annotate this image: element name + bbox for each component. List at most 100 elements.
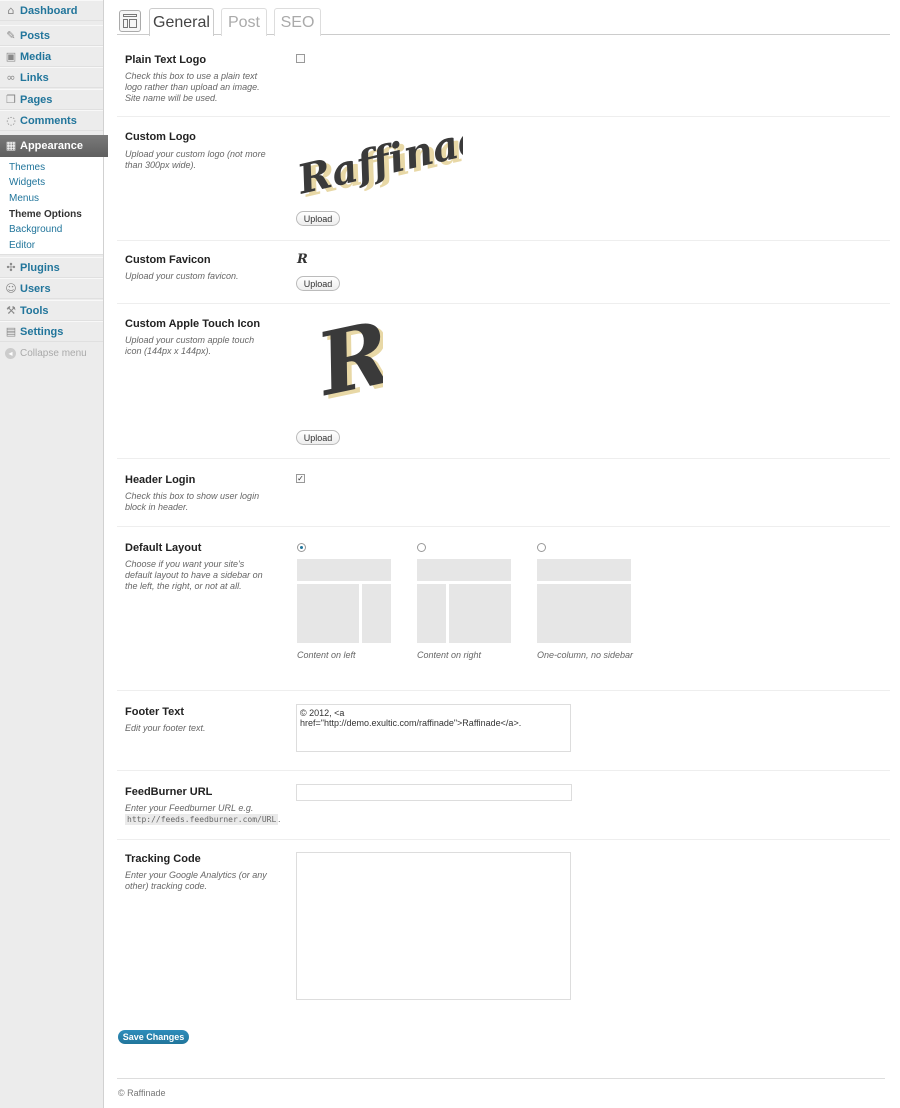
appearance-icon: ▦	[5, 139, 17, 152]
submenu-themes[interactable]: Themes	[9, 162, 45, 173]
theme-options-icon	[119, 10, 141, 32]
menu-label: Links	[20, 71, 49, 84]
menu-media[interactable]: ▣ Media	[0, 46, 103, 67]
submenu-theme-options[interactable]: Theme Options	[9, 209, 82, 220]
admin-sidebar: ⌂ Dashboard ✎ Posts ▣ Media ∞ Links ❐ Pa…	[0, 0, 108, 1108]
field-label: Default Layout	[125, 542, 202, 554]
row-tracking-code: Tracking Code Enter your Google Analytic…	[117, 840, 890, 1015]
users-icon: ☺	[5, 281, 17, 295]
field-description: Enter your Feedburner URL e.g. http://fe…	[125, 803, 281, 825]
media-icon: ▣	[5, 49, 17, 63]
feedburner-url-input[interactable]	[296, 784, 572, 801]
menu-posts[interactable]: ✎ Posts	[0, 25, 103, 46]
menu-settings[interactable]: ▤ Settings	[0, 321, 103, 342]
menu-pages[interactable]: ❐ Pages	[0, 89, 103, 110]
appearance-submenu: Themes Widgets Menus Theme Options Backg…	[0, 157, 103, 255]
submenu-widgets[interactable]: Widgets	[9, 177, 45, 188]
field-description: Check this box to use a plain text logo …	[125, 71, 260, 103]
menu-label: Posts	[20, 29, 50, 42]
header-login-checkbox[interactable]: ✓	[296, 474, 305, 483]
layout-thumb-content-left[interactable]	[297, 559, 391, 643]
field-label: Custom Favicon	[125, 254, 211, 266]
menu-label: Settings	[20, 325, 64, 338]
collapse-menu-button[interactable]: ◂ Collapse menu	[5, 348, 87, 359]
layout-radio-one-column[interactable]	[537, 543, 546, 552]
menu-label: Tools	[20, 304, 49, 317]
apple-touch-upload-button[interactable]: Upload	[296, 430, 340, 445]
field-description: Upload your custom apple touch icon (144…	[125, 335, 255, 356]
tracking-code-textarea[interactable]	[296, 852, 571, 1000]
field-description: Check this box to show user login block …	[125, 491, 260, 512]
field-description: Choose if you want your site's default l…	[125, 559, 263, 591]
field-description: Upload your custom logo (not more than 3…	[125, 149, 266, 170]
options-tabs: General Post SEO	[117, 0, 890, 36]
layout-radio-content-right[interactable]	[417, 543, 426, 552]
menu-label: Media	[20, 50, 52, 63]
field-description: Enter your Google Analytics (or any othe…	[125, 870, 267, 891]
tools-icon: ⚒	[6, 303, 16, 317]
menu-plugins[interactable]: ✣ Plugins	[0, 257, 103, 278]
layout-caption: Content on right	[417, 650, 482, 660]
menu-tools[interactable]: ⚒ Tools	[0, 300, 103, 321]
comment-icon: ◌	[6, 113, 16, 127]
pages-icon: ❐	[6, 92, 16, 106]
favicon-upload-button[interactable]: Upload	[296, 276, 340, 291]
layout-caption: Content on left	[297, 650, 356, 660]
link-icon: ∞	[6, 70, 16, 84]
row-header-login: Header Login Check this box to show user…	[117, 459, 890, 527]
collapse-arrow-icon: ◂	[5, 348, 16, 359]
submenu-editor[interactable]: Editor	[9, 240, 35, 251]
tab-general[interactable]: General	[149, 8, 214, 36]
menu-label: Comments	[20, 114, 77, 127]
field-label: Footer Text	[125, 706, 185, 718]
menu-label: Appearance	[20, 140, 83, 152]
save-changes-button[interactable]: Save Changes	[118, 1030, 189, 1044]
tab-seo[interactable]: SEO	[274, 8, 321, 36]
feedburner-example: http://feeds.feedburner.com/URL	[125, 814, 279, 825]
svg-text:Raffinade: Raffinade	[293, 125, 463, 204]
menu-users[interactable]: ☺ Users	[0, 278, 103, 299]
menu-label: Pages	[20, 93, 53, 106]
layout-caption: One-column, no sidebar	[537, 650, 634, 660]
field-label: Custom Apple Touch Icon	[125, 318, 261, 330]
apple-touch-icon-image: R R	[313, 318, 383, 414]
tab-post[interactable]: Post	[221, 8, 267, 36]
menu-label: Users	[20, 282, 51, 295]
layout-thumb-one-column[interactable]	[537, 559, 631, 643]
feedburner-desc-text: Enter your Feedburner URL e.g.	[125, 803, 254, 813]
submenu-menus[interactable]: Menus	[9, 193, 39, 204]
plain-text-logo-checkbox[interactable]	[296, 54, 305, 63]
field-label: FeedBurner URL	[125, 786, 213, 798]
menu-label: Dashboard	[20, 4, 78, 17]
pin-icon: ✎	[6, 28, 16, 42]
field-label: Tracking Code	[125, 853, 201, 865]
row-custom-favicon: Custom Favicon Upload your custom favico…	[117, 241, 890, 304]
field-label: Custom Logo	[125, 131, 196, 143]
row-plain-text-logo: Plain Text Logo Check this box to use a …	[117, 36, 890, 117]
row-default-layout: Default Layout Choose if you want your s…	[117, 527, 890, 691]
submenu-background[interactable]: Background	[9, 224, 62, 235]
favicon-image: R	[296, 252, 308, 265]
menu-appearance[interactable]: ▦ Appearance	[0, 135, 108, 157]
footer-text-textarea[interactable]: © 2012, <a href="http://demo.exultic.com…	[296, 704, 571, 752]
menu-label: Plugins	[20, 261, 60, 274]
dashboard-icon: ⌂	[7, 3, 15, 17]
menu-comments[interactable]: ◌ Comments	[0, 110, 103, 131]
settings-icon: ▤	[5, 324, 17, 338]
row-footer-text: Footer Text Edit your footer text. © 201…	[117, 691, 890, 771]
custom-logo-image: Raffinade Raffinade	[293, 125, 463, 205]
layout-radio-content-left[interactable]	[297, 543, 306, 552]
footer-copyright: © Raffinade	[118, 1088, 166, 1098]
plugin-icon: ✣	[6, 260, 16, 274]
svg-text:R: R	[313, 318, 383, 414]
logo-upload-button[interactable]: Upload	[296, 211, 340, 226]
row-feedburner-url: FeedBurner URL Enter your Feedburner URL…	[117, 771, 890, 840]
collapse-label: Collapse menu	[20, 348, 87, 359]
layout-thumb-content-right[interactable]	[417, 559, 511, 643]
field-description: Upload your custom favicon.	[125, 271, 239, 281]
menu-dashboard[interactable]: ⌂ Dashboard	[0, 0, 103, 21]
field-description: Edit your footer text.	[125, 723, 206, 733]
menu-links[interactable]: ∞ Links	[0, 67, 103, 88]
field-label: Header Login	[125, 474, 196, 486]
row-apple-touch-icon: Custom Apple Touch Icon Upload your cust…	[117, 304, 890, 459]
